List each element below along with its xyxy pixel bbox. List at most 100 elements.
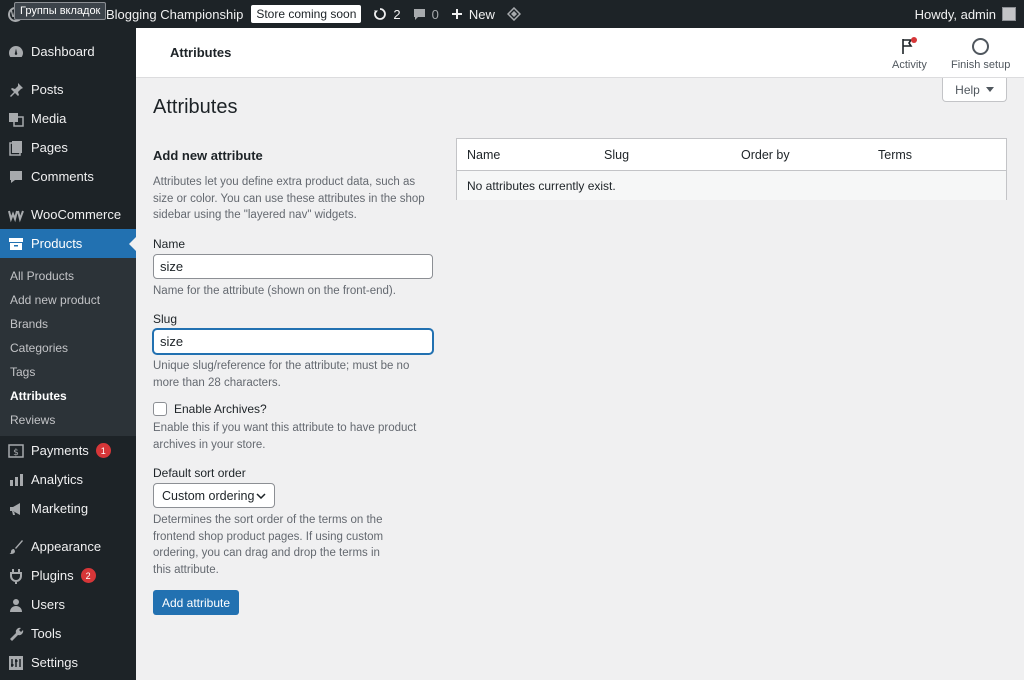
- diamond-link[interactable]: [506, 7, 521, 21]
- sidebar-item-appearance[interactable]: Appearance: [0, 532, 136, 561]
- updates-icon: [374, 8, 387, 20]
- user-icon: [8, 597, 24, 613]
- form-intro: Attributes let you define extra product …: [153, 176, 425, 221]
- site-name-link[interactable]: Blogging Championship: [106, 7, 243, 22]
- caret-down-icon: [985, 86, 994, 92]
- sidebar-item-label: Tools: [31, 626, 62, 641]
- sidebar-item-media[interactable]: Media: [0, 104, 136, 133]
- brush-icon: [8, 539, 24, 555]
- woo-icon: [8, 207, 24, 223]
- megaphone-icon: [8, 501, 24, 517]
- comments-link[interactable]: 0: [413, 7, 439, 22]
- wrench-icon: [8, 626, 24, 642]
- sidebar-item-label: Marketing: [31, 501, 89, 516]
- avatar: [1002, 7, 1016, 21]
- media-icon: [8, 111, 24, 127]
- sidebar-item-products[interactable]: Products: [0, 229, 136, 258]
- dashboard-icon: [8, 44, 24, 60]
- sidebar-item-pages[interactable]: Pages: [0, 133, 136, 162]
- sidebar-item-label: Analytics: [31, 472, 84, 487]
- sidebar-item-settings[interactable]: Settings: [0, 648, 136, 677]
- column-header-name: Name: [467, 147, 501, 162]
- payments-count-badge: 1: [95, 443, 111, 458]
- add-attribute-button[interactable]: Add attribute: [153, 590, 239, 615]
- submenu-tags[interactable]: Tags: [0, 360, 136, 384]
- sidebar-item-label: Users: [31, 597, 65, 612]
- submenu-categories[interactable]: Categories: [0, 336, 136, 360]
- enable-archives-row[interactable]: Enable Archives?: [153, 402, 438, 416]
- admin-sidebar: Dashboard Posts Media Pages Comments Woo…: [0, 28, 136, 680]
- sidebar-item-users[interactable]: Users: [0, 590, 136, 619]
- woocommerce-header: Attributes Activity Finish setup: [136, 28, 1024, 78]
- sidebar-item-dashboard[interactable]: Dashboard: [0, 37, 136, 66]
- payments-icon: $: [8, 443, 24, 459]
- enable-archives-checkbox[interactable]: [153, 402, 167, 416]
- flag-icon: [902, 37, 918, 54]
- progress-ring-icon: [972, 37, 990, 55]
- sidebar-item-label: Payments: [31, 443, 89, 458]
- new-content-link[interactable]: New: [451, 7, 495, 22]
- sidebar-item-label: Settings: [31, 655, 78, 670]
- sort-order-label: Default sort order: [153, 466, 246, 480]
- sort-order-description: Determines the sort order of the terms o…: [153, 514, 384, 576]
- finish-setup-label: Finish setup: [951, 59, 1011, 71]
- plus-icon: [451, 9, 462, 19]
- comments-count: 0: [431, 6, 439, 22]
- slug-label: Slug: [153, 312, 178, 326]
- diamond-icon: [506, 7, 521, 21]
- new-label: New: [468, 6, 495, 22]
- name-label: Name: [153, 236, 186, 251]
- analytics-icon: [8, 472, 24, 488]
- sort-order-select[interactable]: Custom ordering: [153, 483, 275, 508]
- sidebar-item-analytics[interactable]: Analytics: [0, 465, 136, 494]
- account-menu[interactable]: Howdy, admin: [915, 0, 1016, 28]
- submenu-brands[interactable]: Brands: [0, 312, 136, 336]
- settings-icon: [8, 655, 24, 671]
- chevron-down-icon: [256, 492, 266, 499]
- name-description: Name for the attribute (shown on the fro…: [153, 284, 396, 297]
- activity-button[interactable]: Activity: [892, 36, 927, 71]
- submenu-reviews[interactable]: Reviews: [0, 408, 136, 432]
- sidebar-item-comments[interactable]: Comments: [0, 162, 136, 191]
- sidebar-item-posts[interactable]: Posts: [0, 75, 136, 104]
- slug-field[interactable]: [153, 329, 433, 354]
- help-label: Help: [955, 82, 980, 97]
- attributes-table: Name Slug Order by Terms No attributes c…: [456, 138, 1007, 200]
- updates-count: 2: [393, 6, 401, 22]
- sidebar-item-label: Dashboard: [31, 44, 95, 59]
- help-tab-button[interactable]: Help: [942, 78, 1007, 102]
- finish-setup-button[interactable]: Finish setup: [951, 36, 1010, 71]
- submenu-attributes[interactable]: Attributes: [0, 384, 136, 408]
- archive-icon: [8, 236, 24, 252]
- name-field[interactable]: [153, 253, 433, 279]
- column-header-slug: Slug: [604, 147, 630, 162]
- sidebar-item-payments[interactable]: $ Payments 1: [0, 436, 136, 465]
- sidebar-item-label: Plugins: [31, 568, 74, 583]
- sidebar-item-tools[interactable]: Tools: [0, 619, 136, 648]
- products-submenu: All Products Add new product Brands Cate…: [0, 258, 136, 436]
- comment-icon: [8, 169, 24, 185]
- sidebar-item-label: Comments: [31, 169, 94, 184]
- sidebar-item-label: WooCommerce: [31, 207, 122, 222]
- sidebar-item-plugins[interactable]: Plugins 2: [0, 561, 136, 590]
- activity-label: Activity: [892, 59, 927, 71]
- form-heading: Add new attribute: [153, 148, 263, 163]
- archives-description: Enable this if you want this attribute t…: [153, 422, 417, 451]
- plugins-count-badge: 2: [80, 568, 96, 583]
- submenu-all-products[interactable]: All Products: [0, 264, 136, 288]
- page-title: Attributes: [153, 96, 238, 118]
- updates-link[interactable]: 2: [373, 6, 401, 22]
- column-header-terms: Terms: [878, 147, 913, 162]
- sort-order-value: Custom ordering: [162, 488, 255, 503]
- pages-icon: [8, 140, 24, 156]
- sidebar-item-label: Pages: [31, 140, 68, 155]
- table-header: Name Slug Order by Terms: [457, 139, 1006, 171]
- sidebar-item-label: Appearance: [31, 539, 102, 554]
- sidebar-item-label: Posts: [31, 82, 64, 97]
- sidebar-item-marketing[interactable]: Marketing: [0, 494, 136, 523]
- sidebar-item-woocommerce[interactable]: WooCommerce: [0, 200, 136, 229]
- add-attribute-form: Add new attribute Attributes let you def…: [153, 148, 438, 615]
- store-status-badge[interactable]: Store coming soon: [251, 5, 362, 23]
- submenu-add-new-product[interactable]: Add new product: [0, 288, 136, 312]
- slug-description: Unique slug/reference for the attribute;…: [153, 360, 410, 389]
